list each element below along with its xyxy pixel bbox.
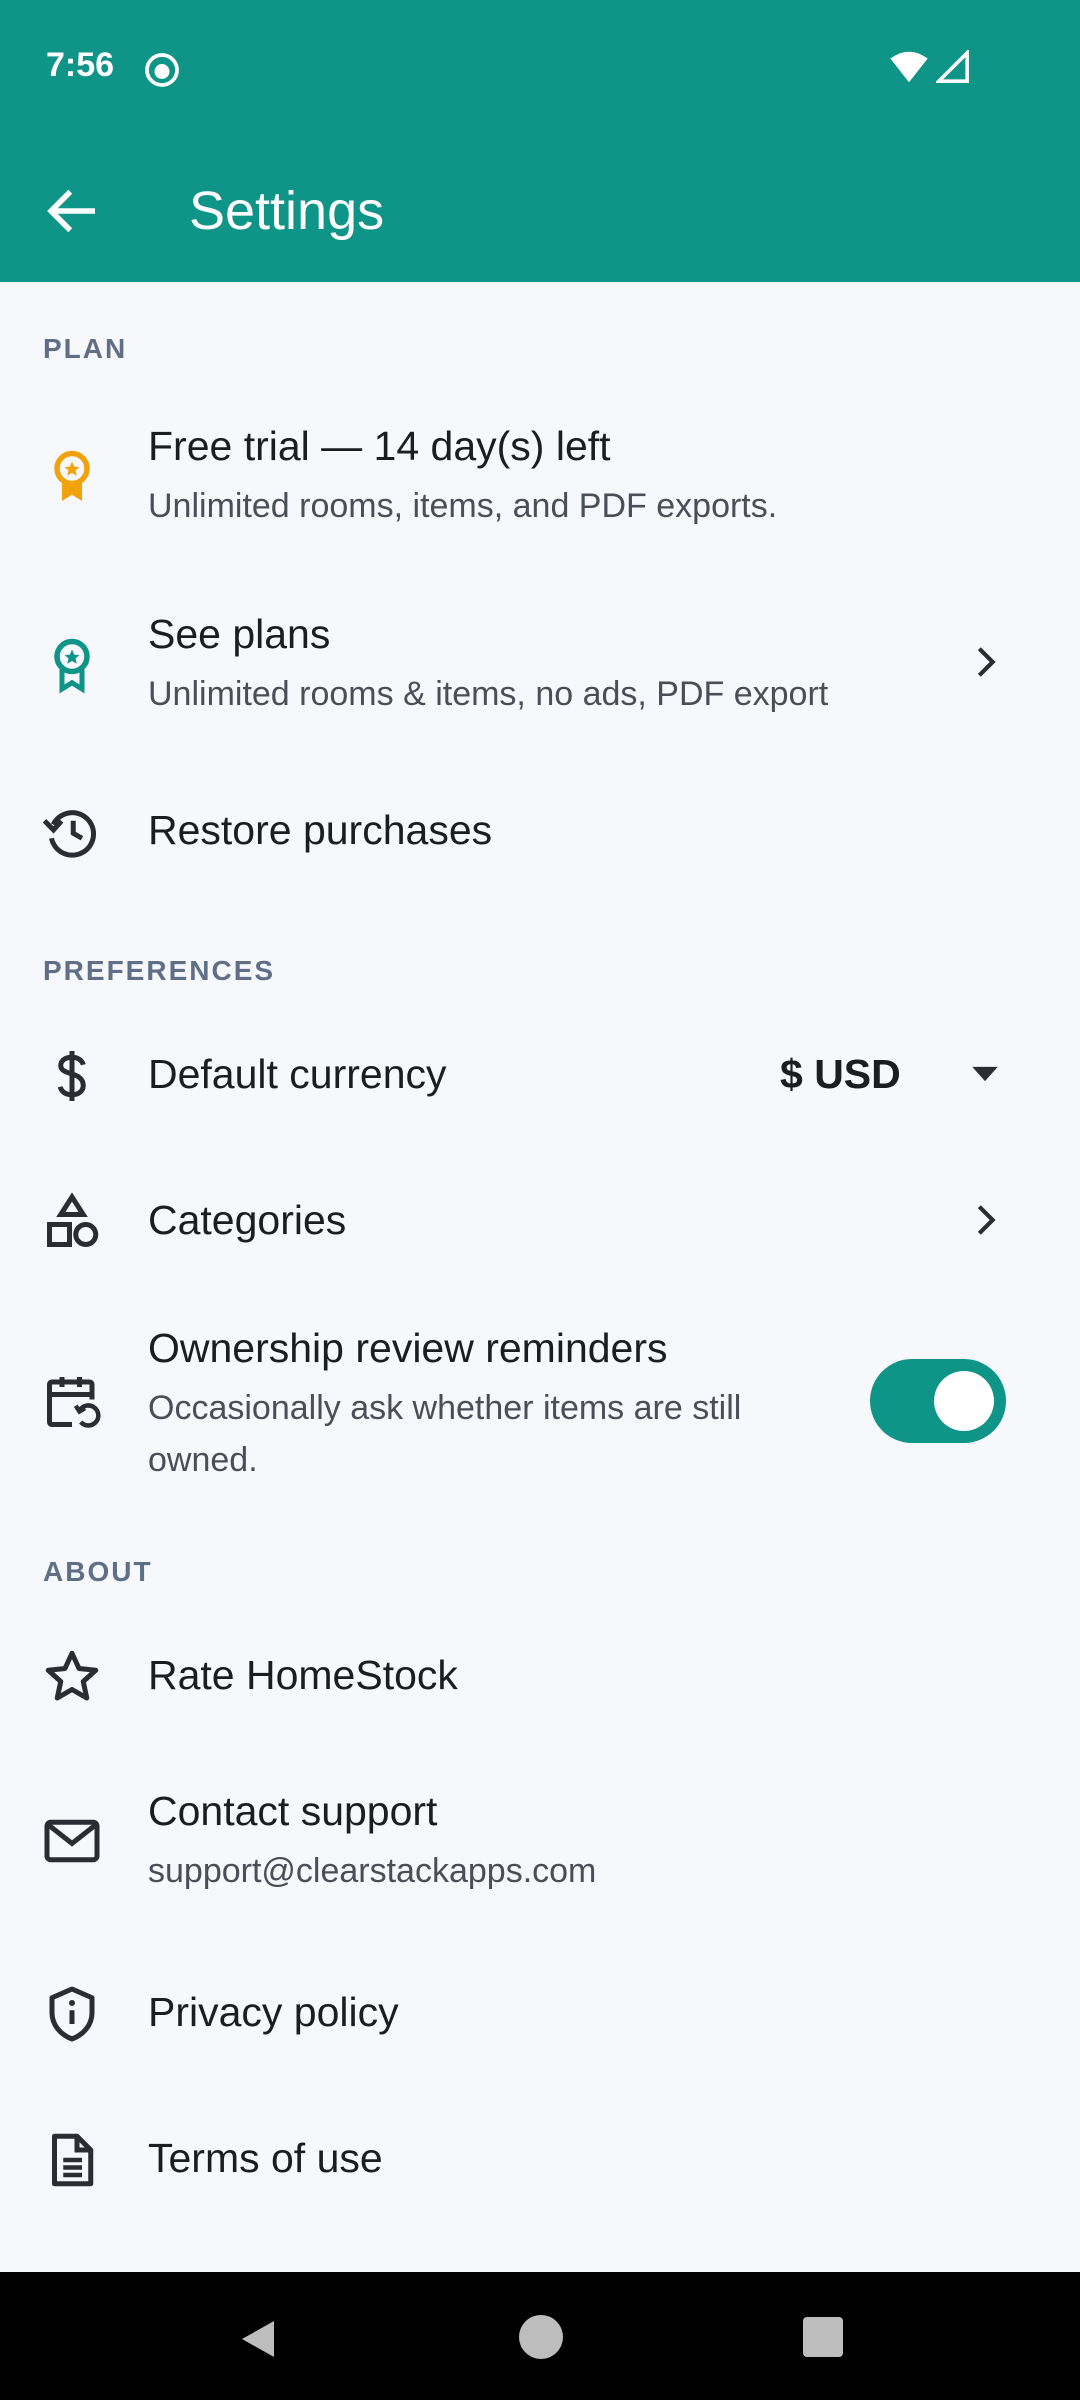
rate-app-row[interactable]: Rate HomeStock (0, 1625, 1080, 1725)
privacy-policy-title: Privacy policy (148, 1989, 399, 2035)
shield-icon (49, 1986, 95, 2042)
award-icon (54, 638, 90, 694)
history-icon (42, 810, 97, 858)
categories-title: Categories (148, 1197, 347, 1243)
toggle-thumb (934, 1371, 994, 1431)
back-arrow-icon[interactable] (40, 178, 106, 244)
nav-recents-icon[interactable] (803, 2317, 843, 2357)
page-title: Settings (189, 181, 385, 241)
currency-value[interactable]: $ USD (780, 1048, 901, 1100)
dropdown-arrow-icon[interactable] (968, 1062, 1002, 1086)
see-plans-row[interactable]: See plans Unlimited rooms & items, no ad… (0, 588, 1080, 738)
ownership-reminders-title: Ownership review reminders (148, 1325, 668, 1371)
free-trial-row[interactable]: Free trial — 14 day(s) left Unlimited ro… (0, 400, 1080, 550)
wifi-icon (890, 51, 928, 83)
rate-app-title: Rate HomeStock (148, 1652, 458, 1698)
contact-support-title: Contact support (148, 1788, 438, 1834)
restore-purchases-title: Restore purchases (148, 807, 493, 853)
mail-icon (44, 1819, 100, 1863)
status-bar: 7:56 (0, 0, 1080, 140)
shapes-icon (47, 1192, 99, 1247)
categories-row[interactable]: Categories (0, 1170, 1080, 1270)
chevron-right-icon (977, 1205, 996, 1235)
default-currency-row[interactable]: Default currency $ USD (0, 1024, 1080, 1124)
section-header-about: ABOUT (43, 1556, 153, 1587)
status-time: 7:56 (46, 46, 115, 84)
see-plans-title: See plans (148, 611, 331, 657)
free-trial-title: Free trial — 14 day(s) left (148, 423, 611, 469)
ownership-reminders-subtitle-line1: Occasionally ask whether items are still (148, 1389, 742, 1427)
star-icon (45, 1650, 99, 1701)
document-icon (52, 2133, 94, 2187)
contact-support-email: support@clearstackapps.com (148, 1852, 597, 1890)
see-plans-subtitle: Unlimited rooms & items, no ads, PDF exp… (148, 675, 829, 713)
section-header-preferences: PREFERENCES (43, 955, 276, 986)
system-nav-bar (0, 2272, 1080, 2400)
terms-of-use-title: Terms of use (148, 2135, 383, 2181)
section-header-plan: PLAN (43, 333, 128, 364)
dollar-icon (57, 1051, 86, 1101)
ownership-reminders-subtitle-line2: owned. (148, 1441, 258, 1479)
nav-home-icon[interactable] (519, 2315, 563, 2359)
restore-purchases-row[interactable]: Restore purchases (0, 780, 1080, 880)
reminders-toggle[interactable] (870, 1359, 1006, 1443)
free-trial-subtitle: Unlimited rooms, items, and PDF exports. (148, 487, 778, 525)
app-bar: Settings (0, 140, 1080, 282)
privacy-policy-row[interactable]: Privacy policy (0, 1962, 1080, 2062)
default-currency-title: Default currency (148, 1051, 447, 1097)
award-icon (54, 450, 90, 501)
chevron-right-icon (977, 647, 996, 677)
app-notification-icon (145, 53, 179, 87)
calendar-repeat-icon (47, 1377, 101, 1428)
contact-support-row[interactable]: Contact support support@clearstackapps.c… (0, 1765, 1080, 1915)
signal-icon (936, 50, 969, 83)
nav-back-icon[interactable] (234, 2315, 282, 2363)
terms-of-use-row[interactable]: Terms of use (0, 2108, 1080, 2208)
